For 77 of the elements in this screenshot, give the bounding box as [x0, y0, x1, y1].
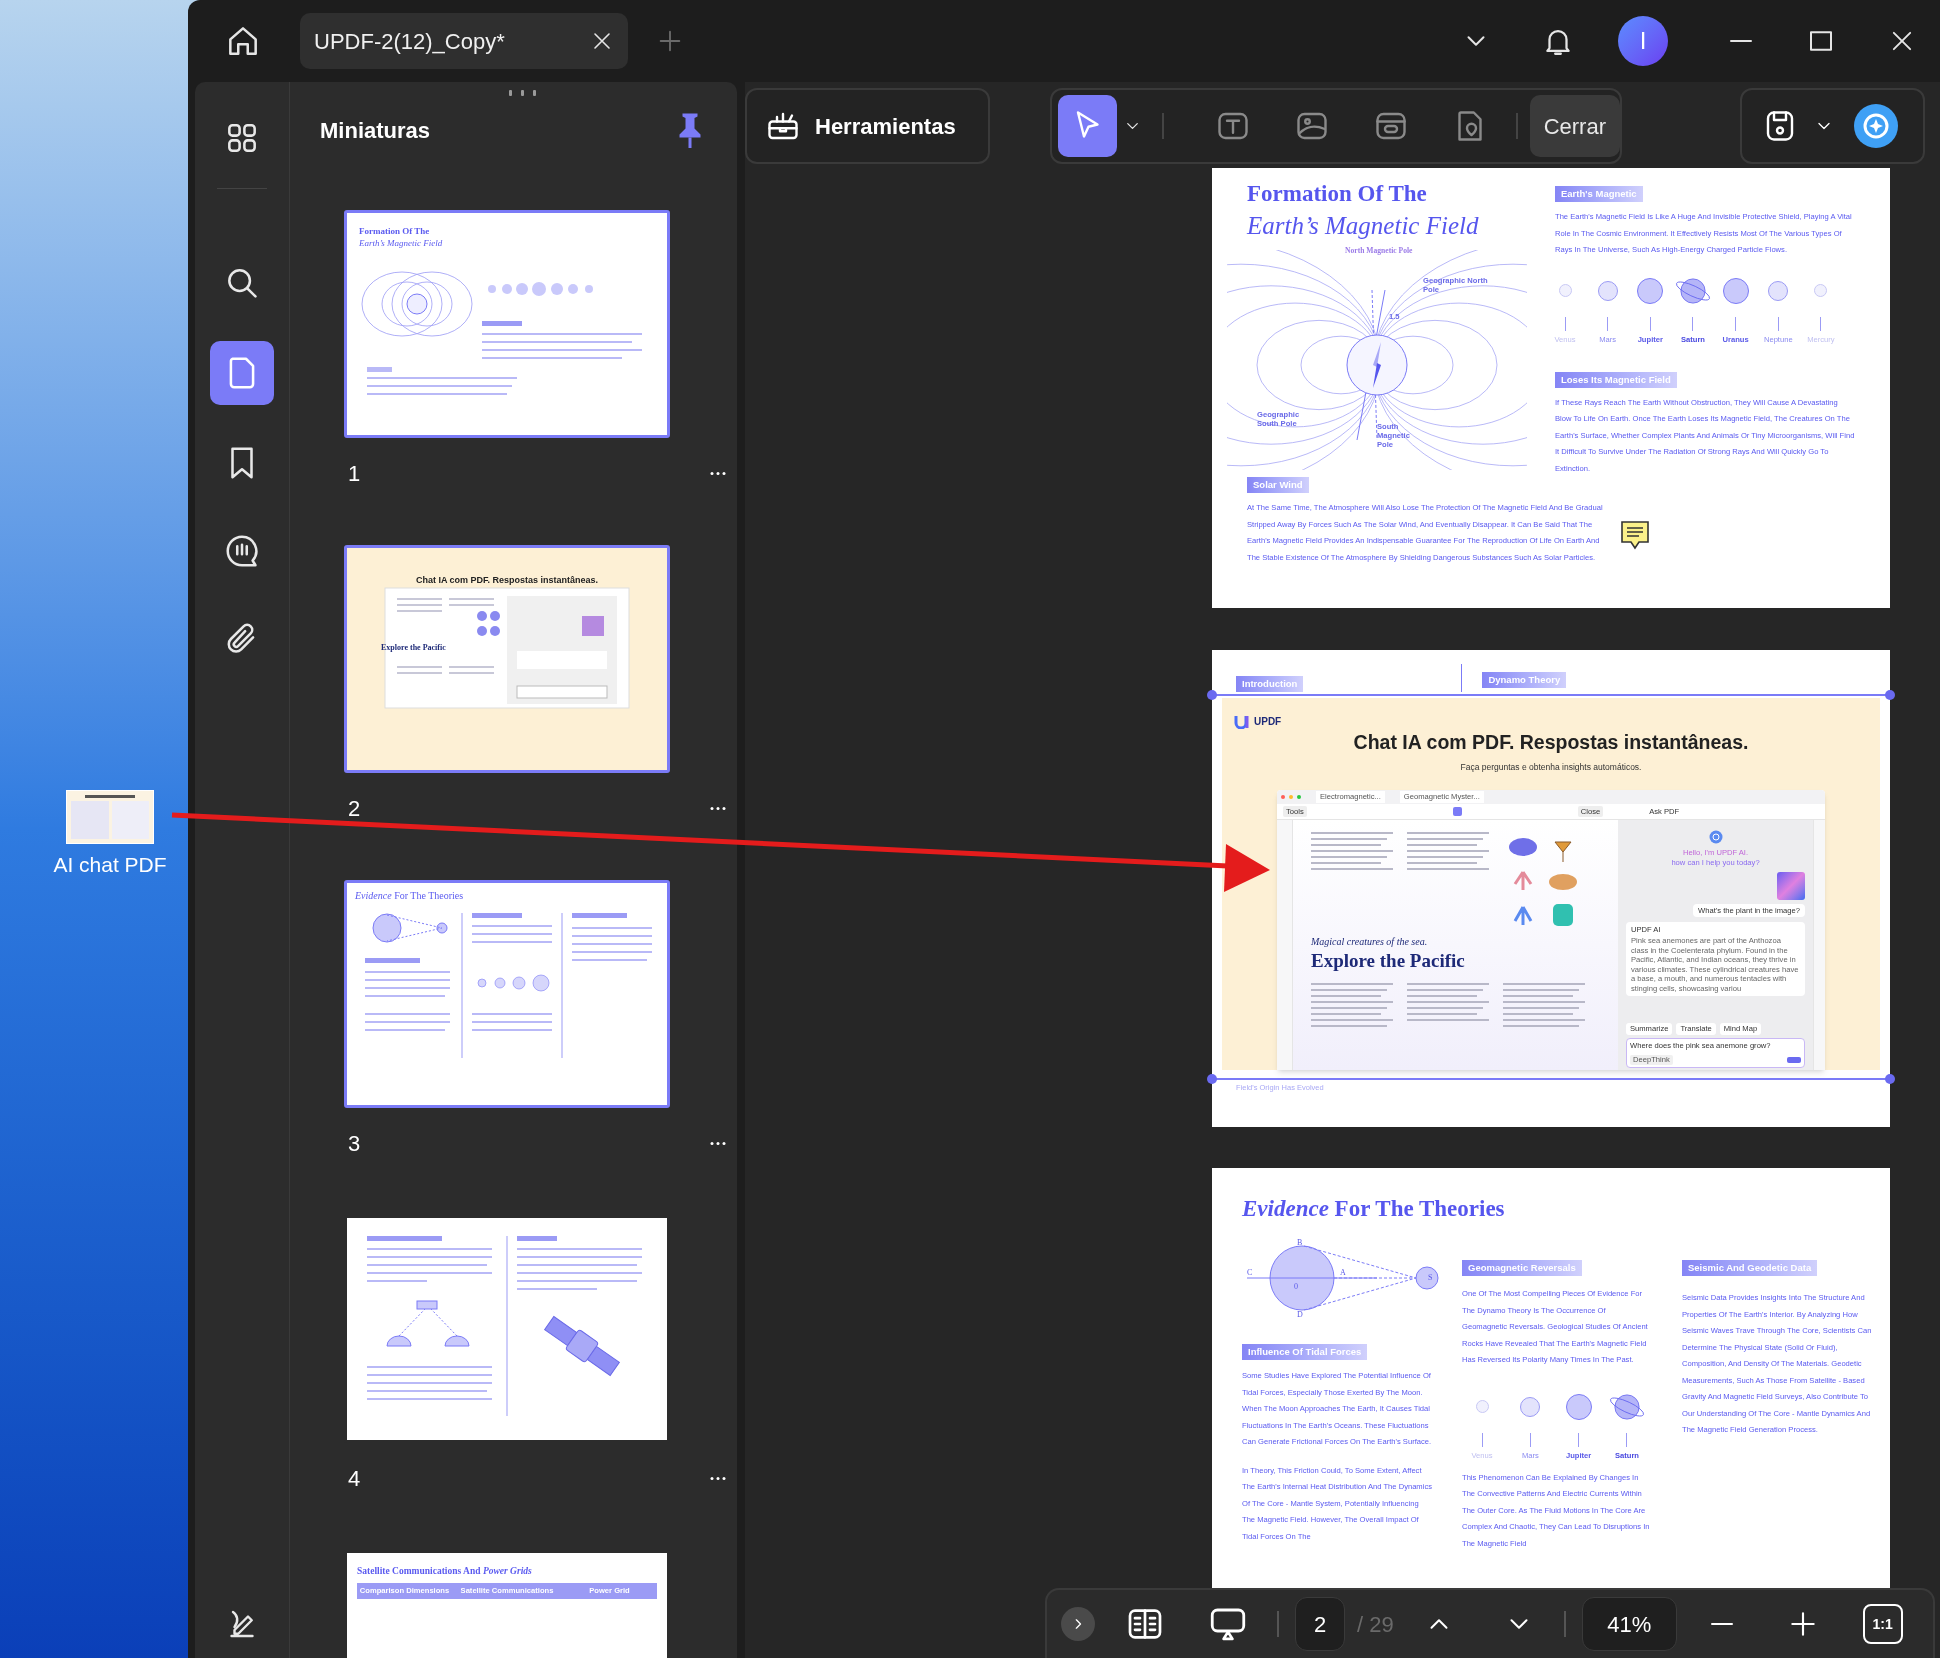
thumbnail-title: Explore the Pacific: [381, 642, 446, 654]
zoom-level-field[interactable]: 41%: [1581, 1597, 1677, 1651]
more-icon[interactable]: [709, 470, 727, 476]
resize-handle[interactable]: [1207, 1074, 1217, 1084]
planet-icon: [1768, 280, 1789, 301]
resize-handle[interactable]: [1885, 1074, 1895, 1084]
window-controls-icon[interactable]: [1281, 795, 1301, 799]
planet-icon: [1637, 277, 1664, 304]
ai-assistant-icon[interactable]: [1852, 102, 1900, 150]
more-icon[interactable]: [709, 1475, 727, 1481]
ringed-planet-icon: [1608, 1391, 1646, 1422]
planet-icon: [1597, 280, 1618, 301]
planet-icon: [1558, 284, 1572, 297]
logo-text: UPDF: [1254, 715, 1282, 729]
section-tag: Introduction: [1236, 675, 1304, 692]
section-tag: Dynamo Theory: [1482, 671, 1567, 688]
page-thumbnail[interactable]: Evidence For The Theories: [344, 880, 670, 1108]
page-title: Evidence For The Theories: [1242, 1195, 1506, 1223]
avatar[interactable]: I: [1618, 16, 1668, 66]
section-tag: Seismic And Geodetic Data: [1682, 1260, 1818, 1277]
thumbnail-title: Chat IA com PDF. Respostas instantâneas.: [414, 574, 600, 586]
drag-handle-icon[interactable]: [508, 90, 538, 96]
select-tool-button[interactable]: [1452, 807, 1462, 816]
logo-icon: [1234, 714, 1250, 729]
thumbnail-title: Earth’s Magnetic Field: [359, 237, 444, 249]
page-thumbnail[interactable]: Chat IA com PDF. Respostas instantâneas. Explore the Pacific: [344, 545, 670, 773]
actual-size-button[interactable]: 1:1: [1862, 1604, 1903, 1644]
planet-icon: [1814, 284, 1828, 297]
section-tag: Influence Of Tidal Forces: [1242, 1344, 1368, 1361]
more-icon[interactable]: [709, 1140, 727, 1146]
document-title: Explore the Pacific: [1311, 949, 1466, 973]
pages-tab[interactable]: [210, 341, 274, 405]
tools-button[interactable]: Herramientas: [745, 88, 990, 164]
diagram-label: D: [1297, 1310, 1303, 1319]
thumbnail-title: Formation Of The: [359, 225, 431, 237]
page-title: Earth’s Magnetic Field: [1247, 211, 1480, 241]
section-tag: Solar Wind: [1247, 477, 1309, 494]
planet-icon: [1475, 1400, 1489, 1413]
page-thumbnail[interactable]: Formation Of The Earth’s Magnetic Field: [344, 210, 670, 438]
file-thumbnail-icon[interactable]: [66, 790, 154, 844]
desktop-icon-label[interactable]: AI chat PDF: [53, 852, 167, 878]
resize-handle[interactable]: [1885, 690, 1895, 700]
close-button[interactable]: Cerrar: [1529, 95, 1620, 157]
document-subtitle: Magical creatures of the sea.: [1311, 935, 1429, 949]
page-number: 3: [348, 1129, 361, 1158]
planet-icon: [1565, 1393, 1592, 1420]
diagram-label: C: [1247, 1268, 1253, 1277]
section-tag: Earth's Magnetic: [1555, 186, 1643, 203]
section-tag: Loses Its Magnetic Field: [1555, 371, 1677, 388]
diagram-label: B: [1297, 1238, 1303, 1247]
section-tag: Geomagnetic Reversals: [1462, 1260, 1582, 1277]
cursor-tool-button[interactable]: [1058, 95, 1117, 157]
diagram-label: A: [1340, 1268, 1346, 1277]
more-icon[interactable]: [709, 805, 727, 811]
thumbnail-title: Satellite Communications And Power Grids: [356, 1565, 533, 1577]
page-number: 1: [348, 459, 361, 488]
planet-icon: [1722, 277, 1749, 304]
page-number: 2: [348, 794, 361, 823]
resize-handle[interactable]: [1207, 690, 1217, 700]
banner-subheading: Faça perguntas e obtenha insights automáticos.: [1460, 761, 1642, 774]
diagram-label: S: [1428, 1273, 1433, 1282]
page-number-field[interactable]: 2: [1295, 1597, 1345, 1651]
send-button[interactable]: [1787, 1057, 1801, 1063]
sticky-note-icon[interactable]: [1620, 520, 1650, 550]
document-tab[interactable]: UPDF-2(12)_Copy*: [300, 13, 628, 69]
panel-title: Miniaturas: [320, 116, 431, 145]
banner-heading: Chat IA com PDF. Respostas instantâneas.: [1353, 730, 1749, 755]
ai-assistant-icon: [1708, 830, 1723, 844]
thumbnail-title: Evidence For The Theories: [354, 889, 465, 903]
tab-title: UPDF-2(12)_Copy*: [314, 27, 505, 56]
page-title: Formation Of The: [1247, 180, 1428, 208]
ringed-planet-icon: [1673, 275, 1712, 306]
photo-placeholder: [1777, 872, 1805, 900]
diagram-label: 0: [1294, 1282, 1298, 1291]
planet-icon: [1520, 1396, 1541, 1417]
page-number: 4: [348, 1464, 361, 1493]
page-count: / 29: [1357, 1610, 1394, 1639]
